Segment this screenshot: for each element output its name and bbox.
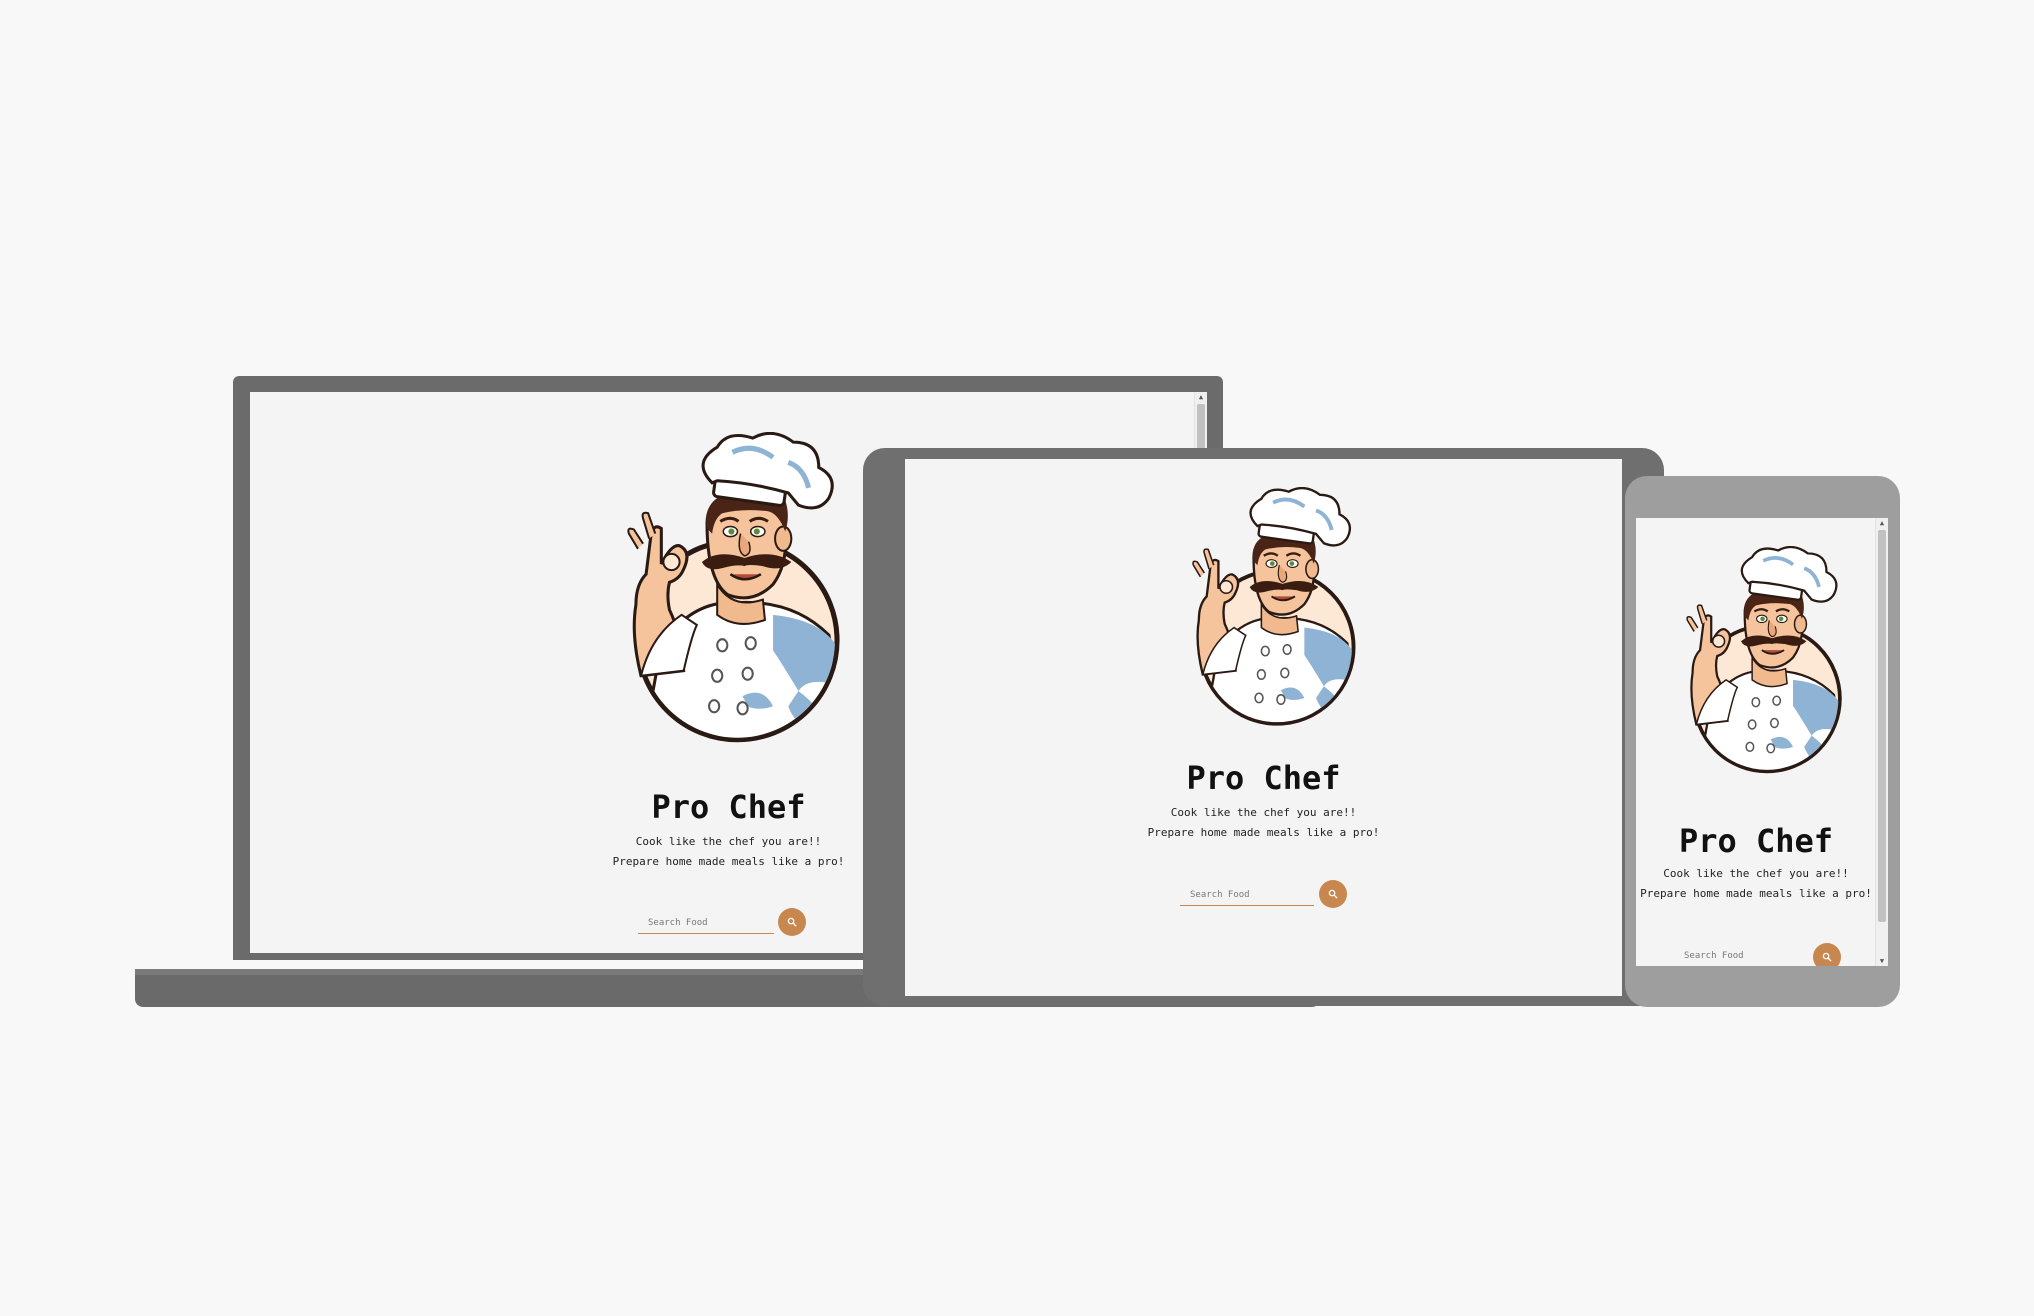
search-icon xyxy=(787,917,797,927)
tagline-line-2: Prepare home made meals like a pro! xyxy=(1147,826,1380,839)
search-bar xyxy=(638,908,808,938)
search-icon xyxy=(1822,952,1832,962)
search-input[interactable] xyxy=(638,912,774,934)
search-button[interactable] xyxy=(778,908,806,936)
scroll-up-arrow[interactable]: ▲ xyxy=(1876,518,1888,528)
page-title: Pro Chef xyxy=(1186,759,1341,797)
tablet-screen: Pro Chef Cook like the chef you are!! Pr… xyxy=(905,459,1622,996)
chef-mascot-image xyxy=(620,432,855,757)
device-mockup-stage: Pro Chef Cook like the chef you are!! Pr… xyxy=(0,0,2034,1316)
chef-mascot-image xyxy=(1187,487,1367,737)
tagline-line-2: Prepare home made meals like a pro! xyxy=(1640,887,1872,900)
search-button[interactable] xyxy=(1813,943,1841,966)
search-icon xyxy=(1328,889,1338,899)
scrollbar[interactable]: ▲ ▼ xyxy=(1875,518,1888,966)
scroll-down-arrow[interactable]: ▼ xyxy=(1876,956,1888,966)
tagline-line-1: Cook like the chef you are!! xyxy=(1170,806,1357,819)
page-title: Pro Chef xyxy=(1678,822,1834,860)
search-button[interactable] xyxy=(1319,880,1347,908)
search-bar xyxy=(1674,941,1854,966)
tagline-line-1: Cook like the chef you are!! xyxy=(1663,867,1849,880)
phone-screen: Pro Chef Cook like the chef you are!! Pr… xyxy=(1636,518,1888,966)
search-input[interactable] xyxy=(1180,884,1314,906)
search-input[interactable] xyxy=(1674,945,1808,966)
search-bar xyxy=(1180,880,1350,910)
scroll-up-arrow[interactable]: ▲ xyxy=(1195,392,1207,402)
scroll-thumb[interactable] xyxy=(1878,530,1886,922)
chef-mascot-image xyxy=(1681,546,1853,784)
